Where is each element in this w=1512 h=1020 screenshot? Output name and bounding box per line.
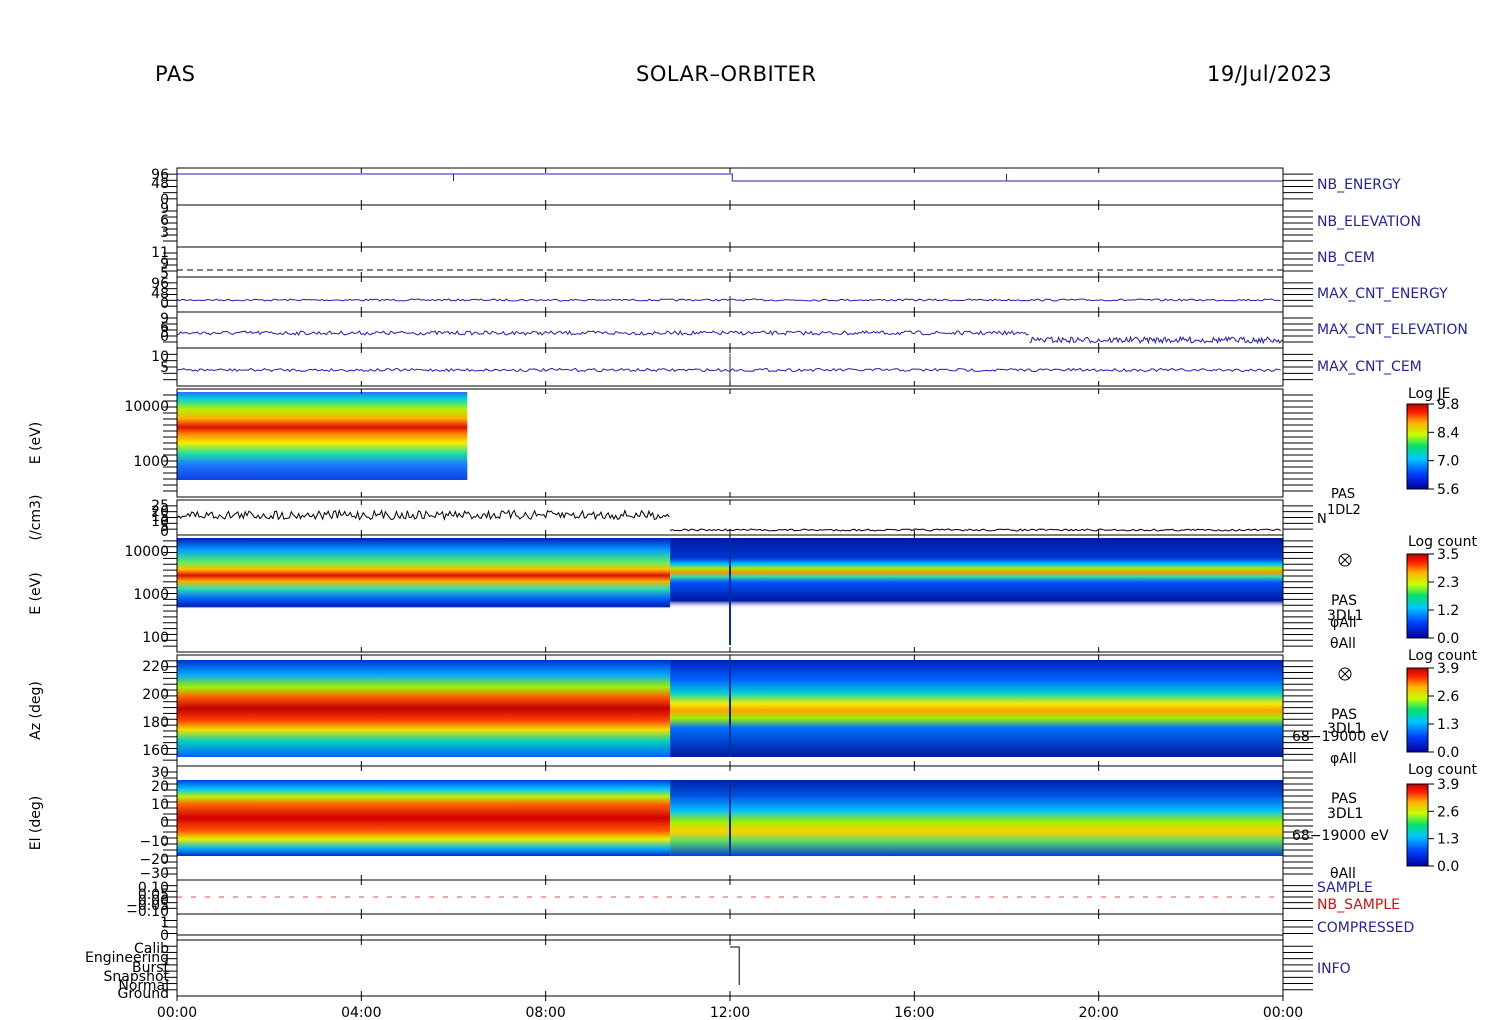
- spectrogram-annotation: φAll: [1330, 751, 1357, 767]
- spectrogram-annotation: PAS: [1331, 593, 1357, 609]
- colorbar: [1406, 403, 1429, 490]
- colorbar-tick-label: 2.6: [1437, 804, 1459, 820]
- y-tick-label: 5: [160, 360, 169, 376]
- channel-label: NB_ENERGY: [1317, 177, 1401, 193]
- colorbar-tick-label: 0.0: [1437, 859, 1459, 875]
- colorbar-tick-label: 1.3: [1437, 717, 1459, 733]
- y-tick-label: 220: [142, 659, 169, 675]
- y-tick-label: 3: [160, 225, 169, 241]
- y-axis-label: E (eV): [28, 422, 44, 464]
- colorbar-title: Log count: [1408, 762, 1477, 778]
- je-spectrogram-image: [177, 392, 468, 480]
- y-axis-label: El (deg): [28, 796, 44, 851]
- density-trace-early: [176, 508, 670, 521]
- y-tick-label: 0: [160, 329, 169, 345]
- x-axis-tick-label: 04:00: [341, 1005, 381, 1020]
- y-tick-label: 1000: [133, 587, 169, 603]
- colorbar-tick-label: 8.4: [1437, 425, 1459, 441]
- colorbar-tick-label: 7.0: [1437, 454, 1459, 470]
- spectrogram-annotation: 68−19000 eV: [1292, 729, 1389, 745]
- colorbar: [1406, 553, 1429, 639]
- channel-label: NB_ELEVATION: [1317, 214, 1421, 230]
- x-axis-tick-label: 00:00: [1263, 1005, 1303, 1020]
- look-direction-icon-cross: [1340, 669, 1350, 679]
- elevation-spectrogram-early: [177, 780, 671, 856]
- y-tick-label: 10: [151, 797, 169, 813]
- y-tick-label: 0: [160, 296, 169, 312]
- y-tick-label: 10000: [124, 399, 169, 415]
- y-tick-label: 0: [160, 815, 169, 831]
- spectrogram-annotation: PAS: [1331, 791, 1357, 807]
- y-tick-label: −10: [139, 834, 169, 850]
- y-tick-label: 48: [151, 176, 169, 192]
- colorbar-tick-label: 2.6: [1437, 689, 1459, 705]
- density-trace-late: [669, 528, 1281, 532]
- y-tick-label: 20: [151, 779, 169, 795]
- max-cnt-energy-trace: [176, 298, 1281, 302]
- colorbar-tick-label: 3.9: [1437, 777, 1459, 793]
- spectrogram-annotation: θAll: [1330, 636, 1356, 652]
- y-axis-label: E (eV): [28, 572, 44, 614]
- colorbar: [1406, 783, 1429, 867]
- colorbar-tick-label: 3.9: [1437, 661, 1459, 677]
- y-tick-label: Ground: [118, 986, 170, 1002]
- max-cnt-cem-trace: [176, 367, 1281, 373]
- y-tick-label: 10000: [124, 544, 169, 560]
- colorbar-tick-label: 0.0: [1437, 745, 1459, 761]
- azimuth-spectrogram-early: [177, 660, 671, 757]
- density-var-label: N: [1317, 512, 1327, 527]
- y-tick-label: 0: [160, 524, 169, 540]
- channel-label: NB_CEM: [1317, 250, 1375, 266]
- density-level-label: 1DL2: [1327, 503, 1361, 518]
- nb-energy-trace: [177, 173, 1283, 182]
- energy-spectrogram-late: [670, 538, 1283, 639]
- x-axis-tick-label: 12:00: [710, 1005, 750, 1020]
- summary-plot: 96480NB_ENERGY963NB_ELEVATION1195NB_CEM9…: [28, 167, 1477, 1020]
- colorbar-tick-label: 2.3: [1437, 575, 1459, 591]
- azimuth-spectrogram-late: [670, 660, 1283, 757]
- spectrogram-annotation: θAll: [1330, 866, 1356, 882]
- spectrogram-annotation: 3DL1: [1327, 806, 1363, 822]
- y-tick-label: 1000: [133, 454, 169, 470]
- nb-sample-label: NB_SAMPLE: [1317, 897, 1400, 913]
- y-axis-label: Az (deg): [28, 681, 44, 740]
- elevation-spectrogram-late: [670, 780, 1283, 856]
- energy-spectrogram-early: [177, 538, 671, 639]
- x-axis-tick-label: 08:00: [525, 1005, 565, 1020]
- max-cnt-elevation-trace: [176, 329, 1029, 337]
- look-direction-icon-cross: [1340, 555, 1350, 565]
- colorbar-tick-label: 3.5: [1437, 547, 1459, 563]
- colorbar-tick-label: 1.3: [1437, 832, 1459, 848]
- panel-frame: [176, 311, 1284, 349]
- spectrogram-annotation: 68−19000 eV: [1292, 828, 1389, 844]
- colorbar-tick-label: 0.0: [1437, 631, 1459, 647]
- channel-label: MAX_CNT_ELEVATION: [1317, 322, 1468, 338]
- colorbar: [1406, 667, 1429, 753]
- sample-label: SAMPLE: [1317, 880, 1373, 896]
- y-tick-label: 180: [142, 715, 169, 731]
- panel-frame: [176, 939, 1284, 997]
- channel-label: MAX_CNT_CEM: [1317, 359, 1422, 375]
- channel-label: MAX_CNT_ENERGY: [1317, 286, 1448, 302]
- x-axis-tick-label: 20:00: [1078, 1005, 1118, 1020]
- y-axis-label: (/cm3): [28, 495, 44, 541]
- channel-label: INFO: [1317, 961, 1351, 977]
- colorbar-tick-label: 5.6: [1437, 482, 1459, 498]
- x-axis-tick-label: 00:00: [157, 1005, 197, 1020]
- x-axis-tick-label: 16:00: [894, 1005, 934, 1020]
- colorbar-tick-label: 1.2: [1437, 603, 1459, 619]
- density-inst-label: PAS: [1331, 487, 1355, 502]
- spectrogram-annotation: φAll: [1330, 615, 1357, 631]
- y-tick-label: 100: [142, 630, 169, 646]
- panel-frame: [176, 204, 1284, 248]
- colorbar-tick-label: 9.8: [1437, 397, 1459, 413]
- channel-label: COMPRESSED: [1317, 920, 1414, 936]
- info-trace: [730, 946, 740, 985]
- max-cnt-elevation-trace-late: [1029, 335, 1283, 345]
- y-tick-label: 160: [142, 743, 169, 759]
- y-tick-label: 200: [142, 687, 169, 703]
